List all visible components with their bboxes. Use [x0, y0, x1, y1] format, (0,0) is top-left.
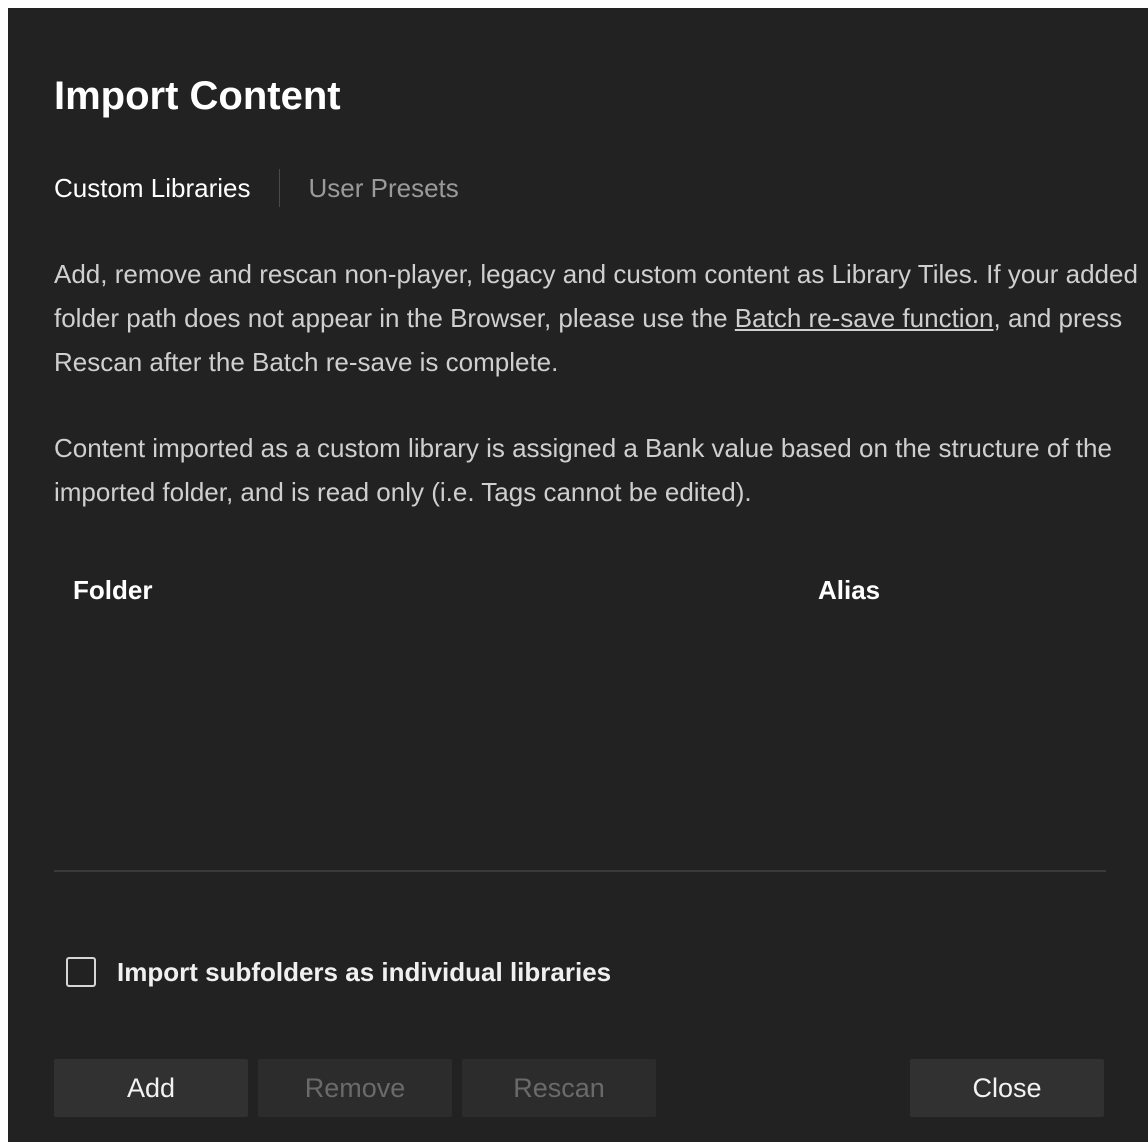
column-header-alias[interactable]: Alias: [818, 572, 880, 608]
import-content-dialog: Import Content Custom Libraries User Pre…: [8, 8, 1148, 1142]
import-subfolders-checkbox[interactable]: [66, 957, 96, 987]
libraries-list[interactable]: [54, 620, 1106, 870]
tab-divider: [278, 169, 280, 207]
tab-custom-libraries[interactable]: Custom Libraries: [54, 170, 251, 206]
import-subfolders-option[interactable]: Import subfolders as individual librarie…: [66, 952, 611, 992]
dialog-title: Import Content: [54, 74, 341, 118]
tab-bar: Custom Libraries User Presets: [54, 168, 459, 208]
tab-user-presets[interactable]: User Presets: [309, 170, 459, 206]
description-paragraph-2: Content imported as a custom library is …: [54, 433, 1112, 507]
table-divider: [54, 870, 1106, 872]
rescan-button[interactable]: Rescan: [462, 1059, 656, 1117]
import-subfolders-label[interactable]: Import subfolders as individual librarie…: [117, 954, 611, 990]
libraries-table: Folder Alias: [54, 564, 1106, 872]
description-paragraph-1: Add, remove and rescan non-player, legac…: [54, 252, 1140, 384]
remove-button[interactable]: Remove: [258, 1059, 452, 1117]
close-button[interactable]: Close: [910, 1059, 1104, 1117]
column-header-folder[interactable]: Folder: [73, 572, 152, 608]
add-button[interactable]: Add: [54, 1059, 248, 1117]
batch-resave-link[interactable]: Batch re-save function: [735, 303, 994, 333]
